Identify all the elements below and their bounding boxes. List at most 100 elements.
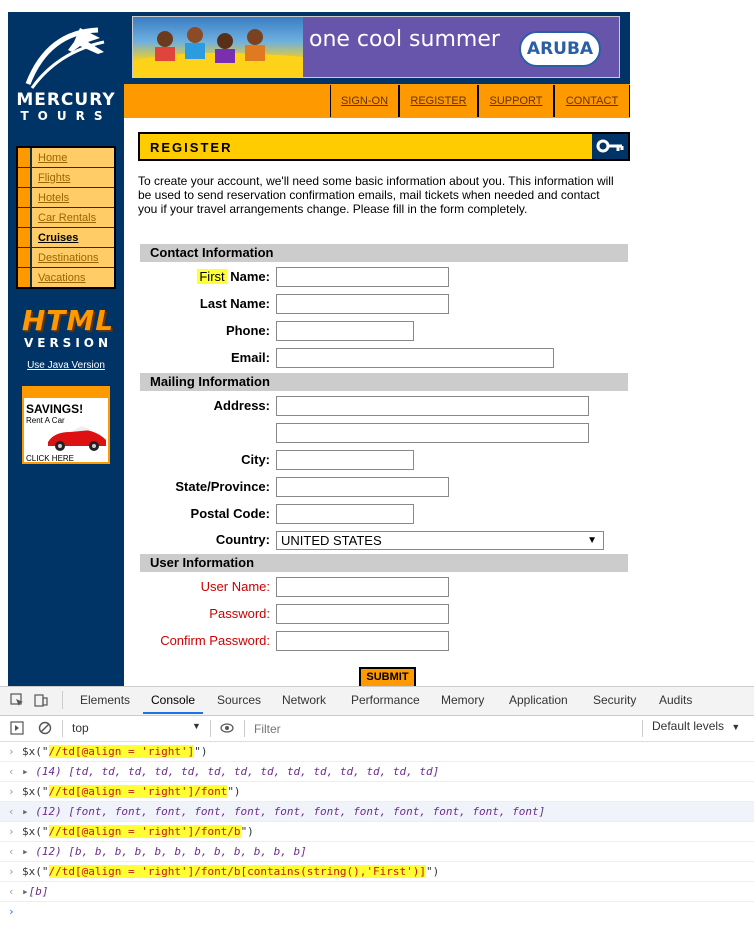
- toolbar-divider: [244, 720, 245, 737]
- expand-triangle-icon[interactable]: ▸: [22, 885, 29, 898]
- first-name-input[interactable]: [276, 267, 449, 287]
- contact-link[interactable]: CONTACT: [554, 85, 630, 117]
- console-input-line[interactable]: › $x("//td[@align = 'right']"): [0, 742, 754, 762]
- sidebar-item-cruises[interactable]: Cruises: [18, 228, 114, 248]
- rent-a-car-ad[interactable]: SAVINGS! Rent A Car CLICK HERE: [22, 386, 110, 464]
- nav-bullet: [18, 268, 32, 287]
- sidebar-item-destinations[interactable]: Destinations: [18, 248, 114, 268]
- ad-cta: CLICK HERE: [26, 454, 75, 463]
- sidebar-item-label[interactable]: Vacations: [32, 272, 86, 284]
- expand-triangle-icon[interactable]: ▸: [22, 765, 29, 778]
- devtools-tab-bar: Elements Console Sources Network Perform…: [0, 687, 754, 716]
- console-prompt-line[interactable]: ›: [0, 902, 754, 922]
- console-result-line[interactable]: ‹ ▸[b]: [0, 882, 754, 902]
- console-result-line[interactable]: ‹ ▸ (14) [td, td, td, td, td, td, td, td…: [0, 762, 754, 782]
- address-line2-input[interactable]: [276, 423, 589, 443]
- logo-text[interactable]: MERCURY TOURS: [16, 92, 116, 124]
- first-name-label: First Name:: [197, 269, 270, 284]
- sidebar-item-label[interactable]: Hotels: [32, 192, 69, 204]
- address-line1-input[interactable]: [276, 396, 589, 416]
- sidebar-item-flights[interactable]: Flights: [18, 168, 114, 188]
- version-text: VERSION: [23, 336, 113, 350]
- phone-label: Phone:: [225, 323, 270, 338]
- sidebar-item-label[interactable]: Cruises: [32, 232, 78, 244]
- country-select[interactable]: UNITED STATES ▼: [276, 531, 604, 550]
- eye-icon[interactable]: [220, 721, 234, 735]
- console-result-line[interactable]: ‹ ▸ (12) [font, font, font, font, font, …: [0, 802, 754, 822]
- console-result-line[interactable]: ‹ ▸ (12) [b, b, b, b, b, b, b, b, b, b, …: [0, 842, 754, 862]
- tab-elements[interactable]: Elements: [80, 693, 130, 707]
- tab-security[interactable]: Security: [593, 693, 636, 707]
- devtools-panel: Elements Console Sources Network Perform…: [0, 686, 754, 931]
- sidebar-item-home[interactable]: Home: [18, 148, 114, 168]
- device-toolbar-icon[interactable]: [34, 693, 48, 707]
- tab-console[interactable]: Console: [151, 693, 195, 707]
- postal-code-label: Postal Code:: [190, 506, 270, 521]
- postal-code-input[interactable]: [276, 504, 414, 524]
- expand-triangle-icon[interactable]: ▸: [22, 845, 29, 858]
- result-text: [b]: [28, 885, 49, 898]
- user-name-label: User Name:: [200, 579, 270, 594]
- toolbar-divider: [642, 720, 643, 737]
- console-input-line[interactable]: › $x("//td[@align = 'right']/font/b"): [0, 822, 754, 842]
- key-icon: [596, 139, 624, 153]
- sidebar-item-vacations[interactable]: Vacations: [18, 268, 114, 287]
- city-input[interactable]: [276, 450, 414, 470]
- context-value: top: [72, 721, 89, 735]
- java-version-link[interactable]: Use Java Version: [20, 360, 112, 371]
- result-text: (12) [b, b, b, b, b, b, b, b, b, b, b, b…: [35, 845, 307, 858]
- register-link[interactable]: REGISTER: [399, 85, 478, 117]
- phone-input[interactable]: [276, 321, 414, 341]
- show-sidebar-icon[interactable]: [10, 721, 24, 735]
- submit-button[interactable]: SUBMIT: [359, 667, 416, 687]
- ad-top-bar: [24, 388, 108, 398]
- expand-triangle-icon[interactable]: ▸: [22, 805, 29, 818]
- aruba-banner[interactable]: one cool summer ARUBA: [132, 16, 620, 78]
- country-label: Country:: [215, 532, 270, 547]
- tab-memory[interactable]: Memory: [441, 693, 484, 707]
- xpath-query: //td[@align = 'right']/font: [48, 785, 228, 798]
- sign-on-link[interactable]: SIGN-ON: [330, 85, 399, 117]
- console-filter-input[interactable]: [252, 718, 636, 740]
- console-command: $x("//td[@align = 'right']/font/b"): [22, 825, 254, 838]
- sidebar-item-hotels[interactable]: Hotels: [18, 188, 114, 208]
- result-arrow-icon: ‹: [8, 885, 15, 898]
- tab-performance[interactable]: Performance: [351, 693, 420, 707]
- address-label: Address:: [213, 398, 270, 413]
- tab-application[interactable]: Application: [509, 693, 568, 707]
- active-tab-indicator: [143, 712, 203, 714]
- console-result: ▸ (14) [td, td, td, td, td, td, td, td, …: [22, 765, 439, 778]
- password-input[interactable]: [276, 604, 449, 624]
- sidebar-item-label[interactable]: Flights: [32, 172, 70, 184]
- context-selector[interactable]: top ▼: [66, 718, 204, 738]
- sidebar-item-label[interactable]: Destinations: [32, 252, 99, 264]
- log-levels-dropdown[interactable]: Default levels ▼: [652, 719, 740, 733]
- confirm-password-input[interactable]: [276, 631, 449, 651]
- console-input-line[interactable]: › $x("//td[@align = 'right']/font/b[cont…: [0, 862, 754, 882]
- tab-sources[interactable]: Sources: [217, 693, 261, 707]
- state-input[interactable]: [276, 477, 449, 497]
- country-selected-value: UNITED STATES: [281, 533, 382, 548]
- plane-logo-icon: [25, 27, 105, 89]
- result-arrow-icon: ‹: [8, 805, 15, 818]
- last-name-input[interactable]: [276, 294, 449, 314]
- result-text: (12) [font, font, font, font, font, font…: [35, 805, 546, 818]
- user-name-input[interactable]: [276, 577, 449, 597]
- tab-audits[interactable]: Audits: [659, 693, 692, 707]
- first-name-label-rest: Name:: [226, 269, 270, 284]
- inspect-element-icon[interactable]: [10, 693, 24, 707]
- email-input[interactable]: [276, 348, 554, 368]
- console-input-line[interactable]: › $x("//td[@align = 'right']/font"): [0, 782, 754, 802]
- support-link[interactable]: SUPPORT: [478, 85, 554, 117]
- console-result: ▸[b]: [22, 885, 49, 898]
- toolbar-divider: [210, 720, 211, 737]
- city-label: City:: [241, 452, 270, 467]
- sidebar-item-label[interactable]: Home: [32, 152, 67, 164]
- clear-console-icon[interactable]: [38, 721, 52, 735]
- tab-network[interactable]: Network: [282, 693, 326, 707]
- sidebar-item-car-rentals[interactable]: Car Rentals: [18, 208, 114, 228]
- xpath-query: //td[@align = 'right']/font/b: [48, 825, 241, 838]
- chevron-right-icon: ›: [8, 745, 15, 758]
- toolbar-divider: [62, 720, 63, 737]
- sidebar-item-label[interactable]: Car Rentals: [32, 212, 96, 224]
